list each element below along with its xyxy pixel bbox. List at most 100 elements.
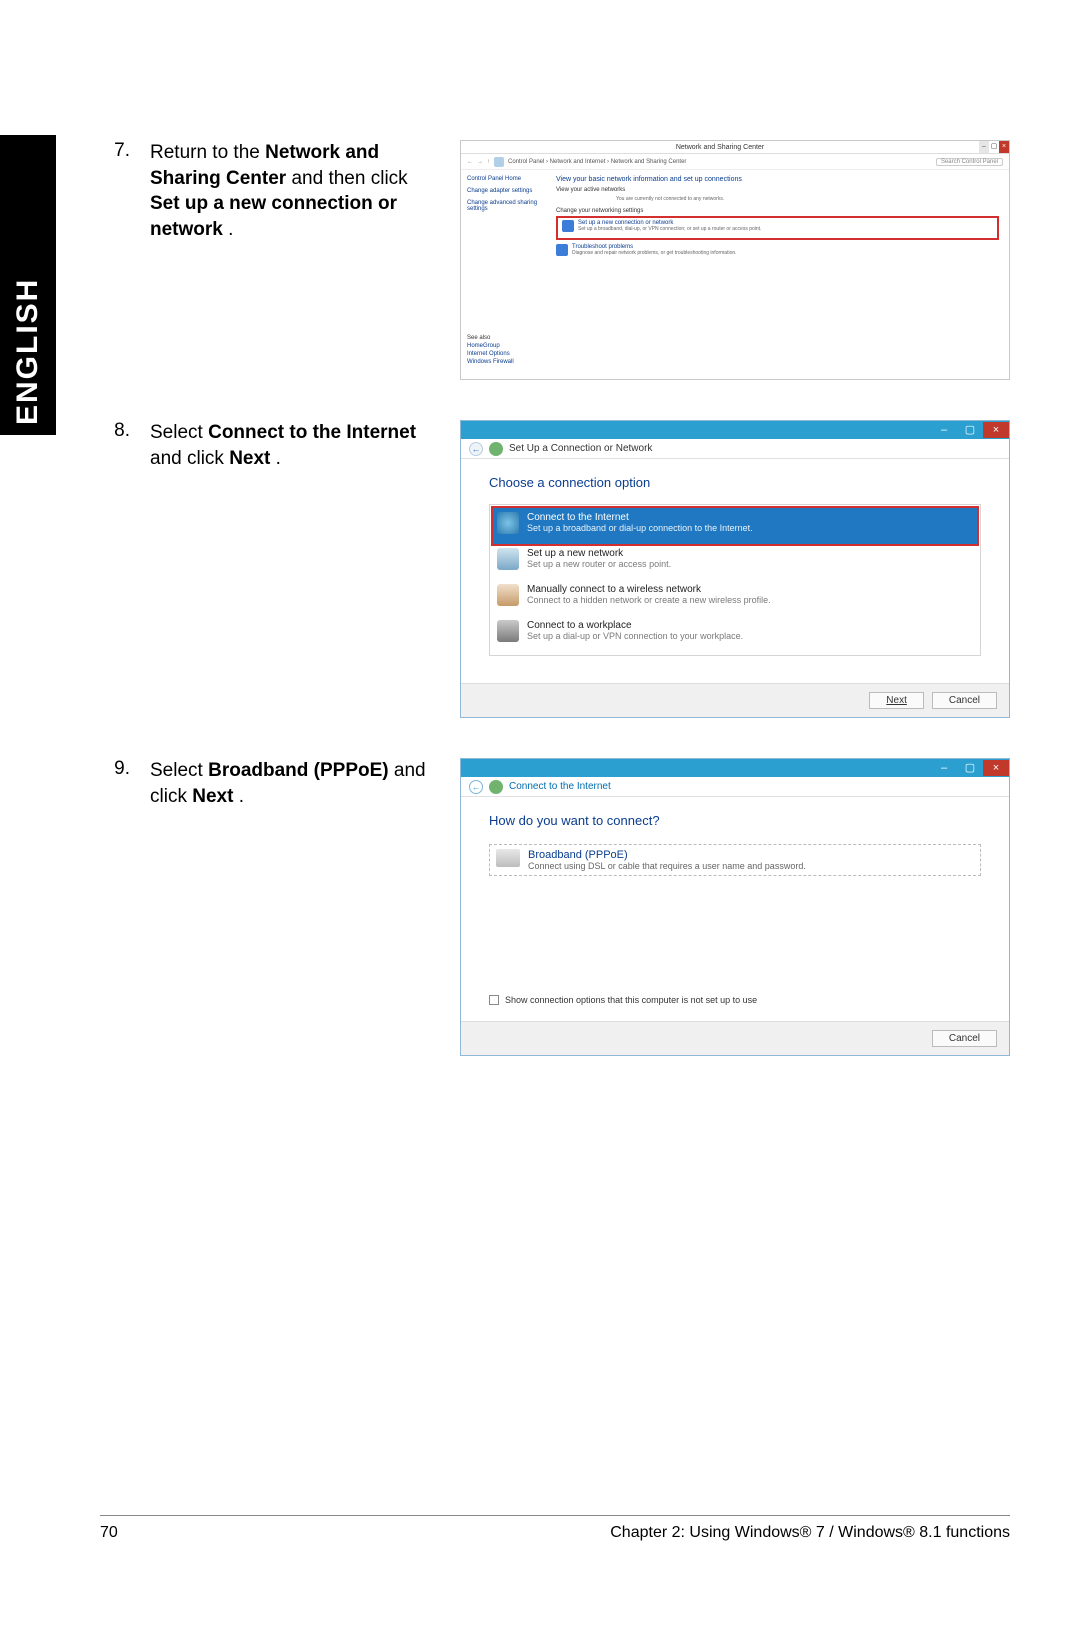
cancel-button[interactable]: Cancel xyxy=(932,1030,997,1047)
checkbox-label: Show connection options that this comput… xyxy=(505,995,757,1005)
window-title: Connect to the Internet xyxy=(509,781,611,792)
t: Return to the xyxy=(150,142,265,163)
t: . xyxy=(228,219,233,240)
setup-new-connection-item[interactable]: Set up a new connection or network Set u… xyxy=(562,220,993,232)
minimize-button[interactable]: – xyxy=(979,141,989,153)
briefcase-icon xyxy=(497,620,519,642)
highlight-setup-new-connection: Set up a new connection or network Set u… xyxy=(556,216,999,240)
screenshot-setup-connection: – ▢ × ← Set Up a Connection or Network C… xyxy=(460,420,1010,718)
option-list: Connect to the Internet Set up a broadba… xyxy=(489,504,981,656)
main-header: View your basic network information and … xyxy=(556,176,999,183)
globe-icon xyxy=(489,442,503,456)
chapter-title: Chapter 2: Using Windows® 7 / Windows® 8… xyxy=(610,1524,1010,1542)
item-desc: Diagnose and repair network problems, or… xyxy=(572,250,737,256)
t: Select xyxy=(150,760,208,781)
search-input[interactable]: Search Control Panel xyxy=(936,158,1003,166)
t: Set up a new connection or network xyxy=(150,193,397,240)
window-title: Set Up a Connection or Network xyxy=(509,443,652,454)
window-header: ← Connect to the Internet xyxy=(461,777,1009,797)
option-desc: Set up a new router or access point. xyxy=(527,559,671,569)
page-number: 70 xyxy=(100,1524,118,1542)
wifi-icon xyxy=(497,584,519,606)
back-icon[interactable]: ← xyxy=(467,159,473,165)
active-networks-label: View your active networks xyxy=(556,187,999,193)
step-9: 9. Select Broadband (PPPoE) and click Ne… xyxy=(100,758,1010,1056)
sidebar-link[interactable]: Change advanced sharing settings xyxy=(467,200,540,212)
option-setup-new-network[interactable]: Set up a new network Set up a new router… xyxy=(493,544,977,580)
step-text: Select Broadband (PPPoE) and click Next … xyxy=(150,758,440,809)
step-text: Select Connect to the Internet and click… xyxy=(150,420,440,471)
option-title: Manually connect to a wireless network xyxy=(527,584,771,595)
t: and click xyxy=(150,448,229,469)
option-title: Set up a new network xyxy=(527,548,671,559)
option-connect-internet[interactable]: Connect to the Internet Set up a broadba… xyxy=(491,506,979,546)
close-button[interactable]: × xyxy=(983,760,1009,776)
question-text: Choose a connection option xyxy=(489,475,981,490)
t: Next xyxy=(229,448,270,469)
option-connect-workplace[interactable]: Connect to a workplace Set up a dial-up … xyxy=(493,616,977,652)
step-text: Return to the Network and Sharing Center… xyxy=(150,140,440,243)
language-tab: ENGLISH xyxy=(0,135,56,435)
see-also: See also HomeGroup Internet Options Wind… xyxy=(467,335,514,367)
minimize-button[interactable]: – xyxy=(931,422,957,438)
minimize-button[interactable]: – xyxy=(931,760,957,776)
step-number: 7. xyxy=(100,140,130,162)
t: Next xyxy=(192,786,233,807)
step-7: 7. Return to the Network and Sharing Cen… xyxy=(100,140,1010,380)
sidebar-link[interactable]: Control Panel Home xyxy=(467,176,540,182)
close-button[interactable]: × xyxy=(983,422,1009,438)
sidebar: Control Panel Home Change adapter settin… xyxy=(461,170,546,379)
control-panel-icon xyxy=(494,157,504,167)
change-settings-header: Change your networking settings xyxy=(556,208,999,214)
window-header: ← Set Up a Connection or Network xyxy=(461,439,1009,459)
dialog-footer: Cancel xyxy=(461,1021,1009,1055)
see-also-header: See also xyxy=(467,335,514,341)
cancel-button[interactable]: Cancel xyxy=(932,692,997,709)
step-number: 9. xyxy=(100,758,130,780)
window-titlebar: – ▢ × xyxy=(461,759,1009,777)
next-button[interactable]: Next xyxy=(869,692,924,709)
forward-icon[interactable]: → xyxy=(477,159,483,165)
show-options-checkbox[interactable]: Show connection options that this comput… xyxy=(489,995,757,1005)
maximize-button[interactable]: ▢ xyxy=(989,141,999,153)
item-desc: Set up a broadband, dial-up, or VPN conn… xyxy=(578,226,761,232)
breadcrumb[interactable]: Control Panel › Network and Internet › N… xyxy=(508,159,686,165)
close-button[interactable]: × xyxy=(999,141,1009,153)
troubleshoot-icon xyxy=(556,244,568,256)
back-button[interactable]: ← xyxy=(469,780,483,794)
option-title: Broadband (PPPoE) xyxy=(528,849,806,861)
sidebar-link[interactable]: Change adapter settings xyxy=(467,188,540,194)
question-text: How do you want to connect? xyxy=(489,813,981,828)
option-broadband-pppoe[interactable]: Broadband (PPPoE) Connect using DSL or c… xyxy=(489,844,981,876)
option-desc: Set up a broadband or dial-up connection… xyxy=(527,523,753,533)
see-also-link[interactable]: Internet Options xyxy=(467,351,514,357)
active-networks-note: You are currently not connected to any n… xyxy=(616,196,999,202)
page-footer: 70 Chapter 2: Using Windows® 7 / Windows… xyxy=(100,1515,1010,1542)
back-button[interactable]: ← xyxy=(469,442,483,456)
next-label: Next xyxy=(886,695,907,706)
maximize-button[interactable]: ▢ xyxy=(957,422,983,438)
up-icon[interactable]: ↑ xyxy=(487,159,490,165)
see-also-link[interactable]: HomeGroup xyxy=(467,343,514,349)
maximize-button[interactable]: ▢ xyxy=(957,760,983,776)
option-manual-wireless[interactable]: Manually connect to a wireless network C… xyxy=(493,580,977,616)
t: Select xyxy=(150,422,208,443)
globe-icon xyxy=(497,512,519,534)
window-titlebar: – ▢ × xyxy=(461,421,1009,439)
option-desc: Connect using DSL or cable that requires… xyxy=(528,861,806,871)
window-title: Network and Sharing Center xyxy=(461,144,979,151)
page-content: 7. Return to the Network and Sharing Cen… xyxy=(100,140,1010,1096)
window-titlebar: Network and Sharing Center – ▢ × xyxy=(461,141,1009,154)
step-8: 8. Select Connect to the Internet and cl… xyxy=(100,420,1010,718)
troubleshoot-item[interactable]: Troubleshoot problems Diagnose and repai… xyxy=(556,244,999,256)
screenshot-connect-internet: – ▢ × ← Connect to the Internet How do y… xyxy=(460,758,1010,1056)
see-also-link[interactable]: Windows Firewall xyxy=(467,359,514,365)
globe-icon xyxy=(489,780,503,794)
step-number: 8. xyxy=(100,420,130,442)
address-bar: ← → ↑ Control Panel › Network and Intern… xyxy=(461,154,1009,170)
option-title: Connect to the Internet xyxy=(527,512,753,523)
screenshot-network-sharing-center: Network and Sharing Center – ▢ × ← → ↑ C… xyxy=(460,140,1010,380)
t: . xyxy=(239,786,244,807)
modem-icon xyxy=(496,849,520,867)
option-desc: Set up a dial-up or VPN connection to yo… xyxy=(527,631,743,641)
